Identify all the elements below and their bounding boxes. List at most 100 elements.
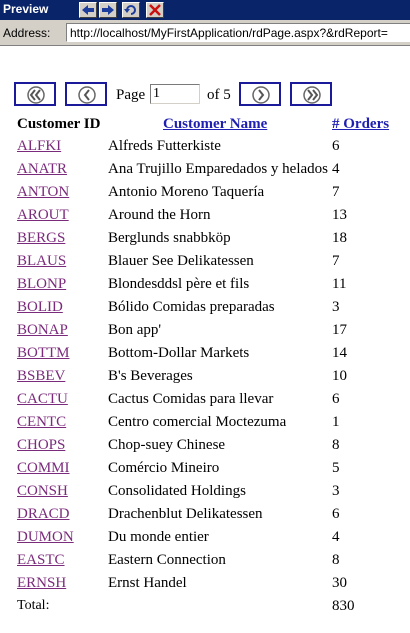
- order-count: 11: [332, 276, 347, 292]
- customer-name: Cactus Comidas para llevar: [108, 391, 274, 407]
- customer-id-link[interactable]: CHOPS: [17, 437, 65, 454]
- address-url-field[interactable]: http://localhost/MyFirstApplication/rdPa…: [66, 23, 410, 42]
- total-value: 830: [332, 598, 355, 614]
- order-count: 4: [332, 161, 340, 177]
- next-page-icon: [252, 86, 270, 104]
- table-row: BONAP Bon app' 17: [0, 322, 410, 345]
- customer-id-link[interactable]: EASTC: [17, 552, 65, 569]
- table-row: ANTON Antonio Moreno Taquería 7: [0, 184, 410, 207]
- customer-id-link[interactable]: BERGS: [17, 230, 65, 247]
- table-row: BLONP Blondesddsl père et fils 11: [0, 276, 410, 299]
- customer-id-link[interactable]: BLAUS: [17, 253, 66, 270]
- customer-name: Bólido Comidas preparadas: [108, 299, 275, 315]
- customer-name: Ernst Handel: [108, 575, 187, 591]
- customer-id-link[interactable]: CENTC: [17, 414, 66, 431]
- order-count: 13: [332, 207, 347, 223]
- address-label: Address:: [3, 26, 51, 40]
- customer-id-link[interactable]: CONSH: [17, 483, 68, 500]
- customer-id-link[interactable]: ANATR: [17, 161, 67, 178]
- first-page-icon: [27, 86, 45, 104]
- customer-name: Chop-suey Chinese: [108, 437, 226, 453]
- order-count: 14: [332, 345, 347, 361]
- customer-name: Consolidated Holdings: [108, 483, 246, 499]
- table-row: BSBEV B's Beverages 10: [0, 368, 410, 391]
- table-row: EASTC Eastern Connection 8: [0, 552, 410, 575]
- customer-id-link[interactable]: BSBEV: [17, 368, 65, 385]
- customer-name: Blauer See Delikatessen: [108, 253, 254, 269]
- order-count: 30: [332, 575, 347, 591]
- customer-id-link[interactable]: AROUT: [17, 207, 69, 224]
- table-row: CONSH Consolidated Holdings 3: [0, 483, 410, 506]
- customer-id-link[interactable]: ANTON: [17, 184, 69, 201]
- customer-id-link[interactable]: COMMI: [17, 460, 70, 477]
- order-count: 10: [332, 368, 347, 384]
- table-row: DRACD Drachenblut Delikatessen 6: [0, 506, 410, 529]
- table-row: DUMON Du monde entier 4: [0, 529, 410, 552]
- customer-name: Eastern Connection: [108, 552, 226, 568]
- customer-name-header[interactable]: Customer Name: [163, 116, 267, 133]
- page-number-input[interactable]: [150, 84, 200, 104]
- last-page-button[interactable]: [290, 82, 332, 106]
- preview-titlebar: Preview: [0, 0, 410, 20]
- customer-id-link[interactable]: DRACD: [17, 506, 70, 523]
- customer-id-link[interactable]: ALFKI: [17, 138, 61, 155]
- table-row: CHOPS Chop-suey Chinese 8: [0, 437, 410, 460]
- order-count: 6: [332, 138, 340, 154]
- table-row: BOTTM Bottom-Dollar Markets 14: [0, 345, 410, 368]
- order-count: 4: [332, 529, 340, 545]
- forward-button[interactable]: [99, 2, 117, 18]
- forward-arrow-icon: [102, 5, 114, 15]
- window-title: Preview: [3, 2, 49, 16]
- table-row: ERNSH Ernst Handel 30: [0, 575, 410, 598]
- order-count: 18: [332, 230, 347, 246]
- customer-name-sort-link[interactable]: Customer Name: [163, 116, 267, 132]
- customer-name: Bottom-Dollar Markets: [108, 345, 250, 361]
- customer-id-link[interactable]: BLONP: [17, 276, 66, 293]
- address-bar: Address: http://localhost/MyFirstApplica…: [0, 20, 410, 46]
- orders-sort-link[interactable]: # Orders: [332, 116, 389, 132]
- customer-name: Du monde entier: [108, 529, 209, 545]
- table-row: ANATR Ana Trujillo Emparedados y helados 4: [0, 161, 410, 184]
- last-page-icon: [303, 86, 321, 104]
- customer-name: Bon app': [108, 322, 162, 338]
- close-icon: [149, 4, 161, 16]
- table-row: COMMI Comércio Mineiro 5: [0, 460, 410, 483]
- back-button[interactable]: [79, 2, 97, 18]
- table-row: BLAUS Blauer See Delikatessen 7: [0, 253, 410, 276]
- customer-name: Centro comercial Moctezuma: [108, 414, 287, 430]
- table-row: CACTU Cactus Comidas para llevar 6: [0, 391, 410, 414]
- customer-name: Comércio Mineiro: [108, 460, 220, 476]
- stop-button[interactable]: [146, 2, 164, 18]
- order-count: 1: [332, 414, 340, 430]
- customer-name: Alfreds Futterkiste: [108, 138, 221, 154]
- page-count-label: of 5: [207, 87, 231, 103]
- order-count: 6: [332, 506, 340, 522]
- customer-id-link[interactable]: CACTU: [17, 391, 68, 408]
- customer-id-link[interactable]: ERNSH: [17, 575, 66, 592]
- order-count: 7: [332, 253, 340, 269]
- first-page-button[interactable]: [14, 82, 56, 106]
- previous-page-icon: [78, 86, 96, 104]
- orders-header[interactable]: # Orders: [332, 116, 389, 133]
- back-arrow-icon: [82, 5, 94, 15]
- page-label: Page: [116, 87, 146, 103]
- order-count: 8: [332, 552, 340, 568]
- order-count: 5: [332, 460, 340, 476]
- customer-id-link[interactable]: BOTTM: [17, 345, 70, 362]
- customer-id-link[interactable]: BOLID: [17, 299, 63, 316]
- customer-name: Drachenblut Delikatessen: [108, 506, 263, 522]
- total-label: Total:: [17, 598, 50, 613]
- customer-id-link[interactable]: BONAP: [17, 322, 68, 339]
- order-count: 8: [332, 437, 340, 453]
- next-page-button[interactable]: [239, 82, 281, 106]
- report-content: Page of 5 Customer ID Customer Name # Or…: [0, 47, 410, 633]
- order-count: 6: [332, 391, 340, 407]
- refresh-button[interactable]: [122, 2, 140, 18]
- customer-id-link[interactable]: DUMON: [17, 529, 74, 546]
- customer-name: Antonio Moreno Taquería: [108, 184, 265, 200]
- previous-page-button[interactable]: [65, 82, 107, 106]
- table-row: AROUT Around the Horn 13: [0, 207, 410, 230]
- table-row: BOLID Bólido Comidas preparadas 3: [0, 299, 410, 322]
- order-count: 3: [332, 483, 340, 499]
- order-count: 17: [332, 322, 347, 338]
